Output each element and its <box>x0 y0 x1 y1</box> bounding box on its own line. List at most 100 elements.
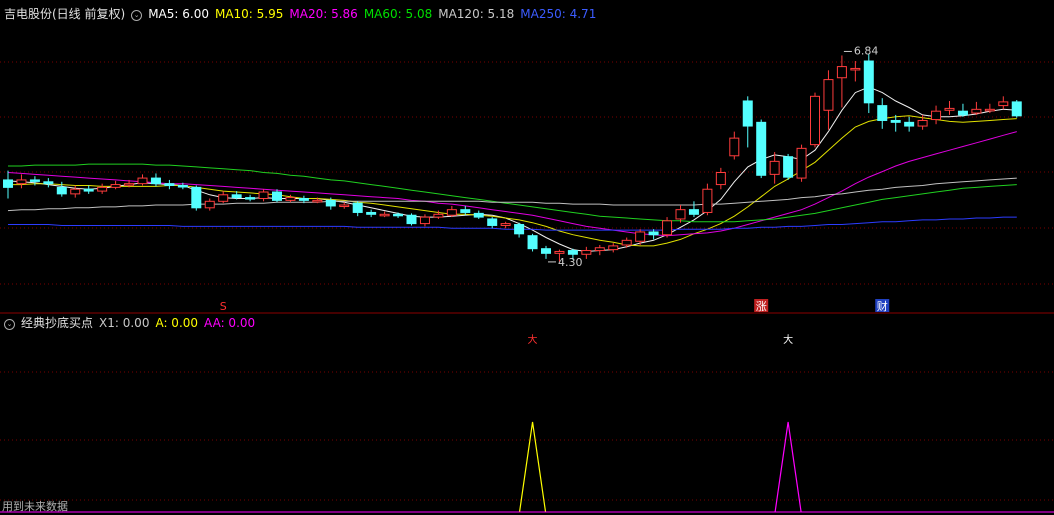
high-price-label: 6.84 <box>854 44 879 57</box>
candle-down <box>29 179 40 182</box>
candle-up <box>984 108 995 112</box>
stock-title[interactable]: 吉电股份(日线 前复权) <box>4 7 125 21</box>
candle-up <box>608 245 619 251</box>
ma-label-4: MA120: 5.18 <box>438 7 515 21</box>
candle-down <box>177 185 188 188</box>
candle-down <box>3 179 13 188</box>
candle-up <box>500 223 511 226</box>
candle-down <box>742 100 753 127</box>
candle-down <box>487 218 498 226</box>
candle-down <box>352 202 363 213</box>
candle-up <box>446 209 457 216</box>
candle-up <box>836 66 847 79</box>
candle-up <box>931 110 942 121</box>
candle-down <box>783 156 794 178</box>
candle-down <box>863 60 874 104</box>
low-price-label: 4.30 <box>558 256 583 269</box>
indicator-title[interactable]: 经典抄底买点 <box>21 316 93 330</box>
main-panel-header: 吉电股份(日线 前复权) ⌄ MA5: 6.00 MA10: 5.95 MA20: 5.… <box>4 7 608 21</box>
ma-label-1: MA10: 5.95 <box>214 7 284 21</box>
ma-label-3: MA60: 5.08 <box>363 7 433 21</box>
candle-up <box>594 247 605 252</box>
candle-up <box>285 197 296 201</box>
candle-down <box>890 119 901 123</box>
candle-down <box>164 183 175 187</box>
candle-up <box>16 179 27 185</box>
candle-down <box>1011 101 1022 117</box>
candle-up <box>796 147 807 179</box>
sub-label-2: AA: 0.00 <box>204 316 256 330</box>
candle-up <box>715 172 726 186</box>
candle-down <box>648 231 659 236</box>
candle-up <box>729 137 740 157</box>
candle-down <box>393 213 404 217</box>
candle-down <box>473 212 484 218</box>
candle-down <box>43 181 54 185</box>
candle-down <box>150 177 161 185</box>
candle-up <box>433 213 444 218</box>
candle-down <box>191 186 202 209</box>
signal-mark-1: 大 <box>783 333 793 346</box>
candle-down <box>231 194 242 199</box>
candle-down <box>245 197 256 200</box>
candle-up <box>137 177 148 185</box>
candle-up <box>218 194 229 202</box>
candle-down <box>877 105 888 121</box>
candle-up <box>769 160 780 175</box>
ma-label-2: MA20: 5.86 <box>289 7 358 21</box>
candle-up <box>823 79 834 111</box>
candle-down <box>567 250 578 255</box>
candle-up <box>258 191 269 200</box>
signal-mark-0: 大 <box>528 333 538 346</box>
candle-up <box>70 188 81 195</box>
candle-up <box>339 204 350 208</box>
candle-down <box>325 199 336 207</box>
candle-up <box>204 200 215 209</box>
ma-label-0: MA5: 6.00 <box>148 7 209 21</box>
candle-down <box>298 198 309 201</box>
candle-up <box>702 188 713 213</box>
footnote: 用到未来数据 <box>2 500 68 513</box>
stock-chart[interactable]: 6.84 4.30 S 涨 财大 大 <box>0 0 1054 515</box>
candle-up <box>662 220 673 236</box>
candle-up <box>850 67 861 71</box>
candle-down <box>527 235 538 250</box>
candle-up <box>110 184 121 188</box>
marker-0: S <box>220 300 227 313</box>
sub-panel-header: ⌄ 经典抄底买点 X1: 0.00 A: 0.00 AA: 0.00 <box>4 316 267 330</box>
candle-down <box>56 186 67 195</box>
candle-up <box>621 239 632 246</box>
candle-up <box>312 199 323 203</box>
candle-down <box>688 209 699 215</box>
candle-up <box>635 231 646 242</box>
sub-label-0: X1: 0.00 <box>99 316 150 330</box>
candle-up <box>810 95 820 146</box>
candle-down <box>272 191 282 201</box>
candle-up <box>554 250 565 254</box>
candle-down <box>460 209 471 213</box>
candle-up <box>971 108 982 114</box>
candle-down <box>83 188 94 192</box>
candle-down <box>904 121 915 127</box>
candle-down <box>957 110 968 116</box>
candle-down <box>514 224 525 235</box>
ma-label-5: MA250: 4.71 <box>520 7 597 21</box>
candle-up <box>124 183 135 186</box>
marker-1: 涨 <box>756 300 767 313</box>
candle-up <box>581 250 592 255</box>
candle-up <box>419 216 430 225</box>
candle-down <box>756 121 767 176</box>
candle-up <box>675 209 686 220</box>
candle-up <box>944 107 955 111</box>
marker-2: 财 <box>877 299 888 313</box>
candle-up <box>917 119 928 127</box>
dropdown-icon[interactable]: ⌄ <box>131 10 143 21</box>
candle-down <box>406 214 417 225</box>
candle-up <box>379 213 390 217</box>
background <box>0 0 1054 515</box>
dropdown-icon[interactable]: ⌄ <box>4 319 15 330</box>
candle-down <box>366 211 377 215</box>
sub-label-1: A: 0.00 <box>155 316 199 330</box>
candle-down <box>541 248 551 254</box>
candle-up <box>97 186 108 192</box>
